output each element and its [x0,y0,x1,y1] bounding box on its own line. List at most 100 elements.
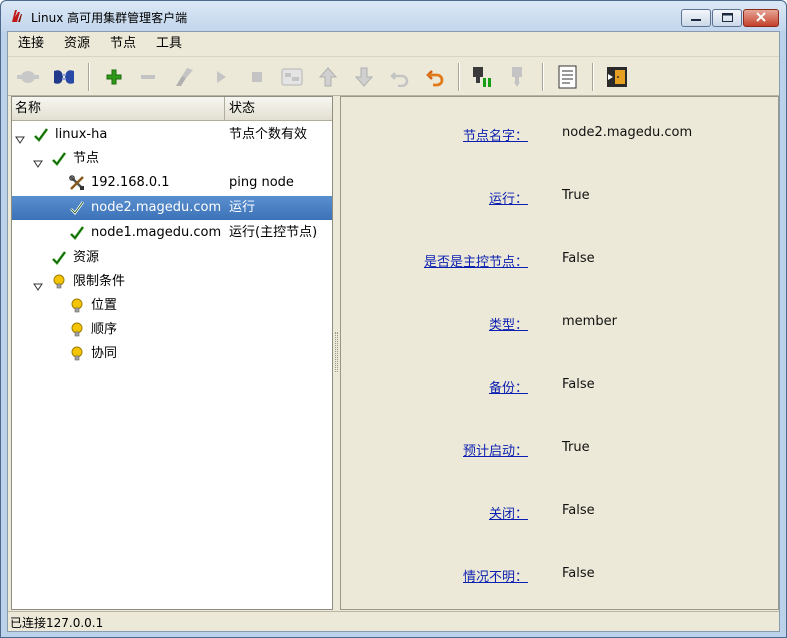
tree-row-label: 限制条件 [73,274,126,289]
detail-label[interactable]: 预计启动： [463,440,528,459]
tree-row-nodes[interactable]: 节点 [12,147,332,171]
start-button[interactable] [209,65,233,89]
bulb-icon [69,298,85,314]
detail-row-node-name: 节点名字： node2.magedu.com [341,125,778,145]
tools-icon [69,175,85,191]
remove-button[interactable] [136,65,160,89]
move-down-button[interactable] [352,65,376,89]
detail-row-shutdown: 关闭： False [341,503,778,523]
column-header-status[interactable]: 状态 [226,97,332,120]
check-icon [69,225,85,241]
collapse-triangle-icon[interactable] [33,154,43,168]
title-bar[interactable]: Linux 高可用集群管理客户端 [1,1,786,31]
maximize-button[interactable] [712,9,742,27]
tree-row-status: 运行 [229,200,256,215]
detail-value: False [562,377,595,392]
tree-row-resources[interactable]: 资源 [12,246,332,270]
splitter-grip[interactable] [335,332,338,372]
detail-value: True [562,188,590,203]
connect-button[interactable] [52,65,76,89]
standby-button[interactable] [470,65,494,89]
move-up-button[interactable] [316,65,340,89]
log-button[interactable] [556,65,580,89]
default-button[interactable] [280,65,304,89]
tree-row-label: node2.magedu.com [91,200,222,215]
menu-nodes[interactable]: 节点 [104,32,142,56]
detail-label[interactable]: 类型： [489,314,528,333]
tree-row-label: 节点 [73,151,100,166]
undo-button[interactable] [388,65,412,89]
tree-row-status: ping node [229,175,294,190]
tree-row-label: 192.168.0.1 [91,175,170,190]
undo-icon [390,67,410,87]
close-button[interactable] [743,9,779,27]
connection-status: 已连接127.0.0.1 [10,616,104,630]
tree-row-node2[interactable]: node2.magedu.com 运行 [12,196,332,220]
active-icon [508,66,528,88]
connect-plug-icon [51,67,77,87]
default-icon [281,68,303,86]
detail-label[interactable]: 是否是主控节点： [424,251,528,270]
tree-row-linux-ha[interactable]: linux-ha 节点个数有效 [12,123,332,147]
active-button[interactable] [506,65,530,89]
detail-label[interactable]: 情况不明： [463,566,528,585]
toolbar-separator [88,63,90,91]
menu-connect[interactable]: 连接 [12,32,50,56]
detail-label[interactable]: 节点名字： [463,125,528,144]
move-up-icon [319,67,337,87]
check-icon [33,127,49,143]
detail-value: False [562,566,595,581]
minimize-button[interactable] [681,9,711,27]
menu-tools[interactable]: 工具 [150,32,188,56]
tree-row-ping-node[interactable]: 192.168.0.1 ping node [12,171,332,195]
detail-row-expected-up: 预计启动： True [341,440,778,460]
menu-resources[interactable]: 资源 [58,32,96,56]
add-button[interactable] [102,65,126,89]
window-title: Linux 高可用集群管理客户端 [31,11,188,25]
disconnect-plug-icon [16,67,40,87]
stop-button[interactable] [245,65,269,89]
detail-label[interactable]: 运行： [489,188,528,207]
redo-icon [426,67,446,87]
exit-button[interactable] [605,65,629,89]
detail-value: member [562,314,617,329]
tree-row-status: 运行(主控节点) [229,225,318,240]
tree-row-label: 协同 [91,346,118,361]
tree-row-colocation[interactable]: 协同 [12,342,332,366]
detail-row-standby: 备份： False [341,377,778,397]
tree-row-constraints[interactable]: 限制条件 [12,270,332,294]
collapse-triangle-icon[interactable] [33,277,43,291]
cluster-tree[interactable]: 名称 状态 linux-ha 节点个数有效 节点 192.168.0.1 pin… [11,96,333,610]
detail-value: False [562,503,595,518]
redo-button[interactable] [424,65,448,89]
close-icon [756,11,766,26]
client-area: 连接 资源 节点 工具 名称 状态 linux-ha 节点个数有效 节点 192… [7,31,780,632]
status-bar: 已连接127.0.0.1 [8,611,779,631]
disconnect-button[interactable] [16,65,40,89]
toolbar-separator [458,63,460,91]
tree-row-label: node1.magedu.com [91,225,222,240]
detail-row-running: 运行： True [341,188,778,208]
cleanup-button[interactable] [172,65,196,89]
log-document-icon [558,65,578,89]
detail-label[interactable]: 关闭： [489,503,528,522]
move-down-icon [355,67,373,87]
collapse-triangle-icon[interactable] [15,130,25,144]
tree-row-node1[interactable]: node1.magedu.com 运行(主控节点) [12,221,332,245]
cleanup-brush-icon [173,66,195,88]
check-icon [51,250,67,266]
tree-row-status: 节点个数有效 [229,127,308,142]
detail-row-unclean: 情况不明： False [341,566,778,586]
bulb-icon [69,322,85,338]
tree-row-label: linux-ha [55,127,108,142]
maximize-icon [721,11,733,26]
tree-row-order[interactable]: 顺序 [12,318,332,342]
detail-value: False [562,251,595,266]
detail-value: node2.magedu.com [562,125,693,140]
column-header-name[interactable]: 名称 [12,97,225,120]
check-icon [51,151,67,167]
check-icon [69,200,85,216]
tree-row-location[interactable]: 位置 [12,294,332,318]
detail-label[interactable]: 备份： [489,377,528,396]
start-icon [215,70,227,84]
